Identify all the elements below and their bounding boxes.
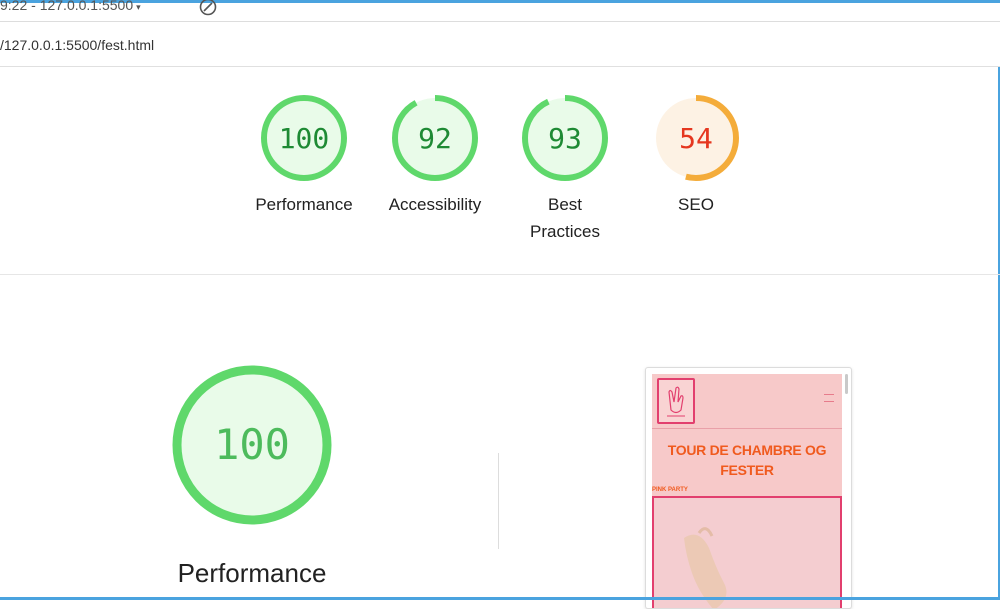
hand-logo-icon [657,378,695,424]
gauge-icon[interactable] [198,0,218,22]
seo-score-value: 54 [679,122,713,155]
performance-score-value: 100 [279,122,330,155]
report-selector[interactable]: 9:22 - 127.0.0.1:5500 ▾ [0,0,141,13]
report-toolbar: 9:22 - 127.0.0.1:5500 ▾ [0,0,1000,22]
preview-divider [652,428,842,429]
preview-party-image [652,496,842,608]
preview-page: TOUR DE CHAMBRE OG FESTER PINK PARTY [652,374,842,608]
score-seo[interactable]: 54 SEO [631,93,761,218]
performance-big-gauge: 100 [172,365,332,525]
preview-subheading: PINK PARTY [652,487,688,493]
report-selector-label: 9:22 - 127.0.0.1:5500 [0,0,134,13]
url-bar: /127.0.0.1:5500/fest.html [0,22,1000,67]
accessibility-label: Accessibility [388,195,482,214]
seo-gauge: 54 [653,95,739,181]
tested-url[interactable]: /127.0.0.1:5500/fest.html [0,37,154,53]
score-accessibility[interactable]: 92 Accessibility [370,93,500,218]
preview-heading: TOUR DE CHAMBRE OG FESTER [667,442,827,478]
hamburger-menu-icon [824,394,834,402]
performance-section: 100 Performance TOUR DE CHAMBRE OG FESTE… [0,275,1000,609]
accessibility-score-value: 92 [418,122,452,155]
scores-summary: 100 Performance 92 Accessibility 93 Best… [0,67,1000,275]
performance-section-title: Performance [177,558,327,588]
performance-label: Performance [255,195,353,214]
seo-label: SEO [678,195,714,214]
preview-scrollbar[interactable] [845,374,848,394]
section-divider [498,453,499,549]
accessibility-gauge: 92 [392,95,478,181]
chevron-down-icon: ▾ [136,2,141,12]
best-practices-label: Best Practices [530,195,600,241]
score-best-practices[interactable]: 93 Best Practices [500,93,630,245]
performance-big-score: 100 [214,420,290,469]
page-screenshot-preview[interactable]: TOUR DE CHAMBRE OG FESTER PINK PARTY [645,367,852,609]
performance-gauge: 100 [261,95,347,181]
score-performance[interactable]: 100 Performance [239,93,369,218]
best-practices-gauge: 93 [522,95,608,181]
best-practices-score-value: 93 [548,122,582,155]
